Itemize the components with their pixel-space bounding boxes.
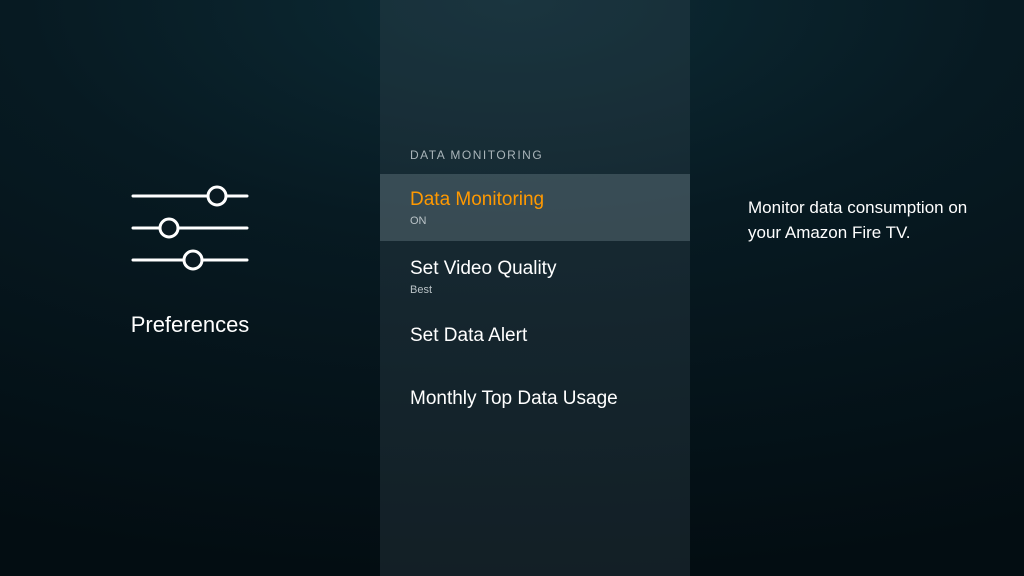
menu-item-sub: ON <box>410 215 660 227</box>
menu-item-video-quality[interactable]: Set Video Quality Best <box>380 241 690 304</box>
item-description: Monitor data consumption on your Amazon … <box>748 196 974 245</box>
settings-screen: Preferences DATA MONITORING Data Monitor… <box>0 0 1024 576</box>
panel-title: Preferences <box>131 312 250 338</box>
section-header: DATA MONITORING <box>380 148 690 174</box>
menu-item-monthly-usage[interactable]: Monthly Top Data Usage <box>380 367 690 431</box>
menu-item-data-alert[interactable]: Set Data Alert <box>380 304 690 368</box>
menu-panel: DATA MONITORING Data Monitoring ON Set V… <box>380 0 690 576</box>
menu-item-title: Set Video Quality <box>410 257 660 281</box>
detail-panel: Monitor data consumption on your Amazon … <box>690 0 1024 576</box>
menu-item-title: Data Monitoring <box>410 188 660 212</box>
menu-item-title: Set Data Alert <box>410 324 660 348</box>
left-panel: Preferences <box>0 0 380 576</box>
menu-item-title: Monthly Top Data Usage <box>410 387 660 411</box>
menu-item-sub: Best <box>410 284 660 296</box>
menu-item-data-monitoring[interactable]: Data Monitoring ON <box>380 174 690 241</box>
sliders-icon <box>125 178 255 278</box>
